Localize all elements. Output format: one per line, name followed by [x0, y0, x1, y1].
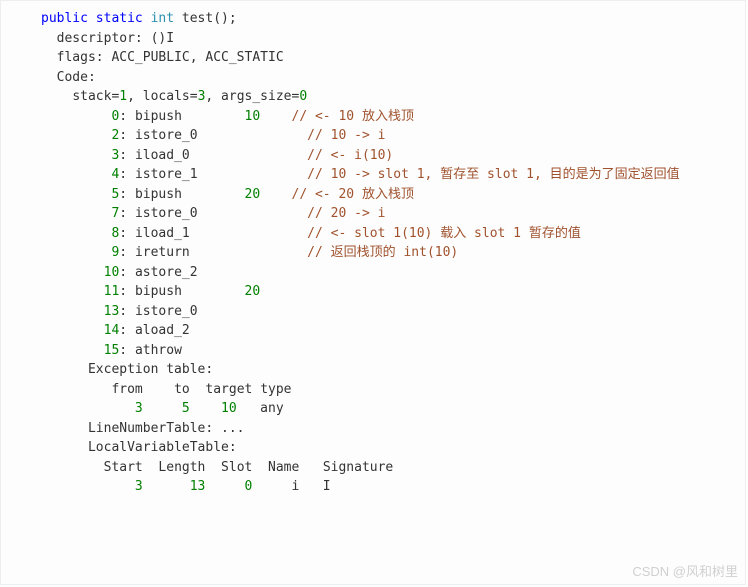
code-label: Code:: [1, 68, 745, 88]
comment: // 10 -> i: [307, 128, 385, 143]
instruction-row: 5: bipush 20 // <- 20 放入栈顶: [1, 185, 745, 205]
instruction-row: 11: bipush 20: [1, 282, 745, 302]
descriptor-line: descriptor: ()I: [1, 29, 745, 49]
kw-static: static: [96, 11, 143, 26]
opcode: iload_0: [135, 148, 190, 163]
exception-table-label: Exception table:: [1, 360, 745, 380]
comment: // <- slot 1(10) 载入 slot 1 暂存的值: [307, 226, 581, 241]
instruction-row: 2: istore_0 // 10 -> i: [1, 126, 745, 146]
comment: // <- 20 放入栈顶: [292, 187, 414, 202]
offset: 10: [104, 265, 120, 280]
offset: 4: [111, 167, 119, 182]
opcode: istore_0: [135, 206, 198, 221]
comment: // <- i(10): [307, 148, 393, 163]
opcode: ireturn: [135, 245, 190, 260]
offset: 7: [111, 206, 119, 221]
offset: 3: [111, 148, 119, 163]
flags-line: flags: ACC_PUBLIC, ACC_STATIC: [1, 48, 745, 68]
opcode: athrow: [135, 343, 182, 358]
instruction-row: 4: istore_1 // 10 -> slot 1, 暂存至 slot 1,…: [1, 165, 745, 185]
instruction-row: 0: bipush 10 // <- 10 放入栈顶: [1, 107, 745, 127]
opcode: iload_1: [135, 226, 190, 241]
instruction-row: 14: aload_2: [1, 321, 745, 341]
opcode: istore_0: [135, 304, 198, 319]
offset: 5: [111, 187, 119, 202]
comment: // 10 -> slot 1, 暂存至 slot 1, 目的是为了固定返回值: [307, 167, 680, 182]
opcode: bipush: [135, 109, 182, 124]
method-signature: public static int test();: [1, 9, 745, 29]
watermark: CSDN @风和树里: [632, 562, 738, 582]
instruction-row: 3: iload_0 // <- i(10): [1, 146, 745, 166]
offset: 0: [111, 109, 119, 124]
opcode: aload_2: [135, 323, 190, 338]
instruction-row: 15: athrow: [1, 341, 745, 361]
kw-public: public: [41, 11, 88, 26]
operand: 20: [245, 187, 261, 202]
offset: 8: [111, 226, 119, 241]
method-name: test();: [182, 11, 237, 26]
comment: // <- 10 放入栈顶: [292, 109, 414, 124]
operand: 10: [245, 109, 261, 124]
stack-line: stack=1, locals=3, args_size=0: [1, 87, 745, 107]
instruction-row: 9: ireturn // 返回栈顶的 int(10): [1, 243, 745, 263]
exception-table-row: 3 5 10 any: [1, 399, 745, 419]
local-variable-table-row: 3 13 0 i I: [1, 477, 745, 497]
exception-table-header: from to target type: [1, 380, 745, 400]
offset: 11: [104, 284, 120, 299]
opcode: bipush: [135, 284, 182, 299]
opcode: bipush: [135, 187, 182, 202]
opcode: istore_0: [135, 128, 198, 143]
offset: 15: [104, 343, 120, 358]
opcode: istore_1: [135, 167, 198, 182]
instruction-row: 13: istore_0: [1, 302, 745, 322]
comment: // 20 -> i: [307, 206, 385, 221]
operand: 20: [245, 284, 261, 299]
offset: 14: [104, 323, 120, 338]
line-number-table: LineNumberTable: ...: [1, 419, 745, 439]
local-variable-table-label: LocalVariableTable:: [1, 438, 745, 458]
offset: 2: [111, 128, 119, 143]
type-int: int: [151, 11, 174, 26]
opcode: astore_2: [135, 265, 198, 280]
local-variable-table-header: Start Length Slot Name Signature: [1, 458, 745, 478]
instruction-row: 8: iload_1 // <- slot 1(10) 载入 slot 1 暂存…: [1, 224, 745, 244]
offset: 13: [104, 304, 120, 319]
instruction-row: 10: astore_2: [1, 263, 745, 283]
comment: // 返回栈顶的 int(10): [307, 245, 458, 260]
offset: 9: [111, 245, 119, 260]
code-block: public static int test(); descriptor: ()…: [0, 0, 746, 585]
instruction-row: 7: istore_0 // 20 -> i: [1, 204, 745, 224]
